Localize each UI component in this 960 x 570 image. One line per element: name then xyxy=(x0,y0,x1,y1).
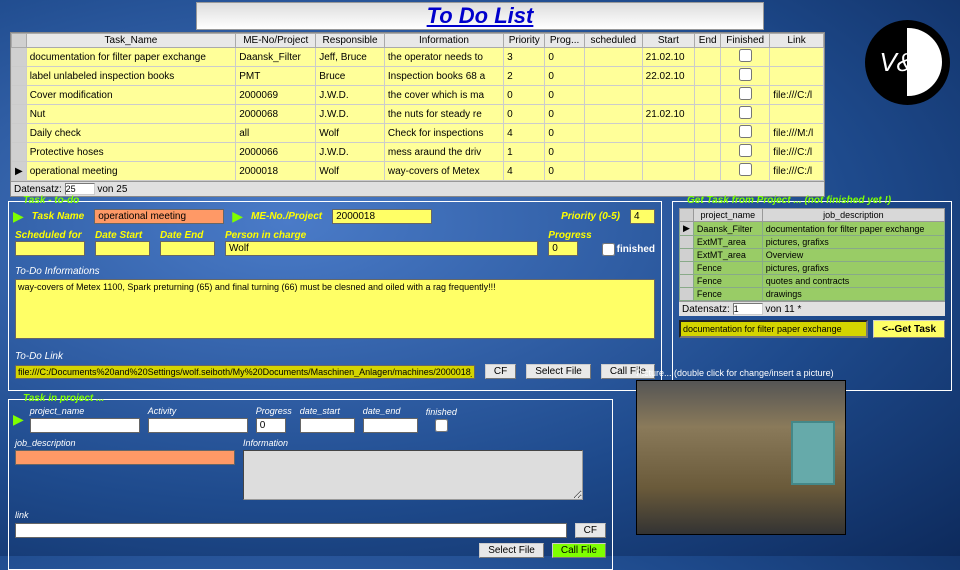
title-bar: To Do List xyxy=(0,0,960,32)
col-header[interactable]: Prog... xyxy=(545,34,584,48)
col-header[interactable]: Priority xyxy=(504,34,545,48)
date-start-input[interactable] xyxy=(95,241,150,256)
main-table-nav: Datensatz: von 25 xyxy=(11,181,824,196)
col-header[interactable]: Start xyxy=(642,34,695,48)
arrow-icon: ▶ xyxy=(13,208,24,225)
col-header[interactable]: Link xyxy=(770,34,824,48)
table-row[interactable]: ExtMT_areaOverview xyxy=(680,249,945,262)
scheduled-input[interactable] xyxy=(15,241,85,256)
tip-project-input[interactable] xyxy=(30,418,140,433)
tip-date-start-input[interactable] xyxy=(300,418,355,433)
table-row[interactable]: label unlabeled inspection booksPMTBruce… xyxy=(12,67,824,86)
nav-record-input[interactable] xyxy=(65,183,95,195)
table-row[interactable]: Protective hoses2000066J.W.D.mess araund… xyxy=(12,143,824,162)
todo-info-textarea[interactable] xyxy=(15,279,655,339)
col-header[interactable]: End xyxy=(695,34,721,48)
table-row[interactable]: ExtMT_areapictures, grafixs xyxy=(680,236,945,249)
gt-nav-input[interactable] xyxy=(733,303,763,315)
col-header[interactable]: job_description xyxy=(762,209,944,222)
table-row[interactable]: ▶Daansk_Filterdocumentation for filter p… xyxy=(680,222,945,236)
get-task-nav: Datensatz: von 11 * xyxy=(679,301,945,316)
tip-cf-button[interactable]: CF xyxy=(575,523,606,538)
tip-progress-input[interactable] xyxy=(256,418,286,433)
table-row[interactable]: ▶operational meeting2000018Wolfway-cover… xyxy=(12,162,824,181)
tip-finished-checkbox[interactable] xyxy=(426,419,457,432)
col-header[interactable]: scheduled xyxy=(584,34,642,48)
picture-box[interactable] xyxy=(636,380,846,535)
picture-label: Picture... (double click for change/inse… xyxy=(636,368,946,378)
table-row[interactable]: Nut2000068J.W.D.the nuts for steady re00… xyxy=(12,105,824,124)
tip-job-desc-input[interactable] xyxy=(15,450,235,465)
task-in-project-legend: Task in project ... xyxy=(19,393,108,404)
col-header[interactable]: Task_Name xyxy=(26,34,235,48)
table-row[interactable]: Cover modification2000069J.W.D.the cover… xyxy=(12,86,824,105)
col-header[interactable]: Finished xyxy=(721,34,770,48)
col-header[interactable]: Information xyxy=(384,34,503,48)
arrow-icon: ▶ xyxy=(13,411,24,428)
arrow-icon: ▶ xyxy=(232,208,243,225)
tip-activity-input[interactable] xyxy=(148,418,248,433)
tip-date-end-input[interactable] xyxy=(363,418,418,433)
col-header[interactable]: ME-No/Project xyxy=(236,34,316,48)
col-header[interactable]: Responsible xyxy=(316,34,385,48)
finished-checkbox[interactable] xyxy=(602,243,615,256)
page-title: To Do List xyxy=(196,2,765,30)
tip-link-input[interactable] xyxy=(15,523,567,538)
task-todo-legend: Task - to-do xyxy=(19,195,83,206)
select-file-button[interactable]: Select File xyxy=(526,364,591,379)
table-row[interactable]: Fencepictures, grafixs xyxy=(680,262,945,275)
get-task-button[interactable]: <--Get Task xyxy=(873,320,945,338)
progress-input[interactable] xyxy=(548,241,578,256)
task-name-input[interactable] xyxy=(94,209,224,224)
table-row[interactable]: documentation for filter paper exchangeD… xyxy=(12,48,824,67)
table-row[interactable]: Daily checkallWolfCheck for inspections4… xyxy=(12,124,824,143)
col-header[interactable]: project_name xyxy=(693,209,762,222)
table-row[interactable]: Fencequotes and contracts xyxy=(680,275,945,288)
cf-button[interactable]: CF xyxy=(485,364,516,379)
table-row[interactable]: Fencedrawings xyxy=(680,288,945,301)
person-input[interactable] xyxy=(225,241,538,256)
tip-info-textarea[interactable] xyxy=(243,450,583,500)
get-task-table: project_namejob_description ▶Daansk_Filt… xyxy=(679,208,945,301)
date-end-input[interactable] xyxy=(160,241,215,256)
me-no-input[interactable] xyxy=(332,209,432,224)
main-task-table: Task_NameME-No/ProjectResponsibleInforma… xyxy=(10,32,825,197)
vm-logo: V&M xyxy=(865,20,950,105)
picture-panel: Picture... (double click for change/inse… xyxy=(636,368,946,535)
priority-input[interactable] xyxy=(630,209,655,224)
todo-link-input[interactable] xyxy=(15,365,475,379)
get-task-selected[interactable] xyxy=(679,320,868,338)
get-task-legend: Get Task from Project ... (not finished … xyxy=(683,195,895,206)
